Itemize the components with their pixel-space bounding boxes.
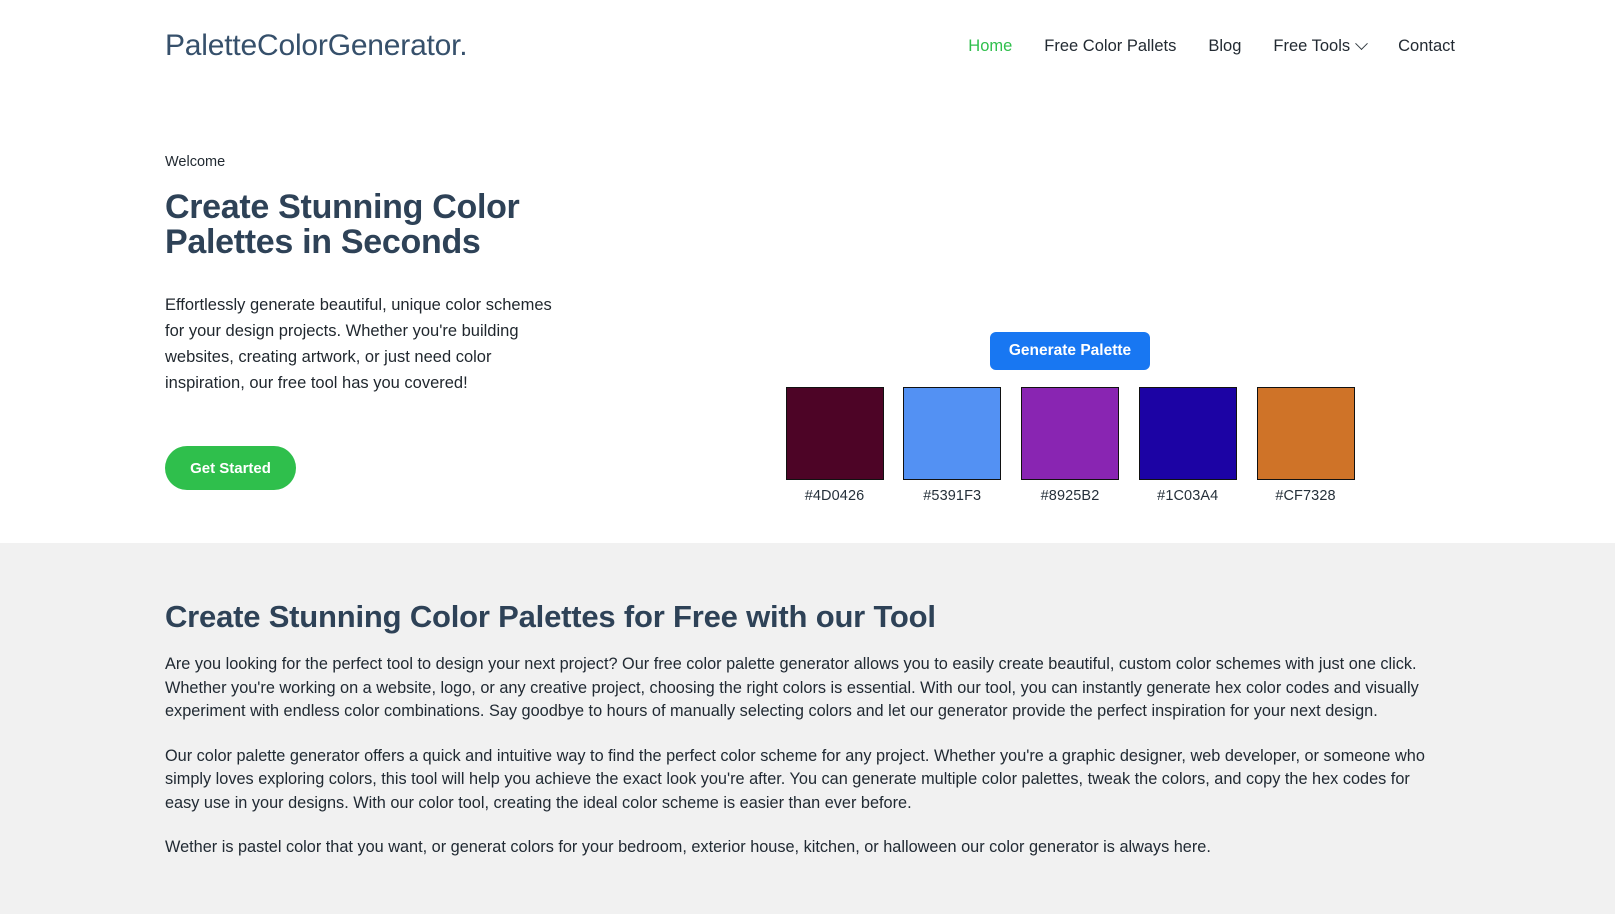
color-swatch-5[interactable] <box>1256 387 1355 480</box>
info-paragraph-1: Are you looking for the perfect tool to … <box>165 655 1419 720</box>
main-navigation: Home Free Color Pallets Blog Free Tools … <box>968 37 1455 56</box>
hero-eyebrow: Welcome <box>165 154 226 170</box>
get-started-button[interactable]: Get Started <box>165 446 296 491</box>
palette-swatch-item: #5391F3 <box>903 387 1002 504</box>
generate-palette-button[interactable]: Generate Palette <box>989 332 1151 370</box>
nav-label-home: Home <box>968 36 1013 55</box>
page-title: Create Stunning Color Palettes in Second… <box>165 188 520 262</box>
color-hex-label-5: #CF7328 <box>1275 488 1336 504</box>
color-hex-label-2: #5391F3 <box>923 488 982 504</box>
nav-item-home[interactable]: Home <box>968 37 1012 56</box>
info-paragraph-2: Our color palette generator offers a qui… <box>165 746 1425 812</box>
nav-label-free-color-pallets: Free Color Pallets <box>1044 36 1177 55</box>
palette-swatch-item: #4D0426 <box>785 387 884 504</box>
nav-item-free-color-pallets[interactable]: Free Color Pallets <box>1044 37 1176 56</box>
color-swatch-4[interactable] <box>1138 387 1237 480</box>
color-swatch-1[interactable] <box>785 387 884 480</box>
palette-swatch-item: #8925B2 <box>1021 387 1120 504</box>
nav-item-contact[interactable]: Contact <box>1398 37 1455 56</box>
color-hex-label-1: #4D0426 <box>804 488 865 504</box>
nav-label-contact: Contact <box>1398 36 1455 55</box>
color-hex-label-4: #1C03A4 <box>1157 488 1219 504</box>
info-section-title: Create Stunning Color Palettes for Free … <box>165 599 936 634</box>
chevron-down-icon <box>1355 36 1368 50</box>
color-hex-label-3: #8925B2 <box>1040 488 1100 504</box>
hero-section: Welcome Create Stunning Color Palettes i… <box>0 92 1615 543</box>
info-section: Create Stunning Color Palettes for Free … <box>0 543 1615 914</box>
info-paragraph-3: Wether is pastel color that you want, or… <box>165 838 1211 856</box>
palette-generator-panel: Generate Palette #4D0426 #5391F3 #8925B2… <box>770 92 1370 504</box>
palette-swatch-item: #1C03A4 <box>1138 387 1237 504</box>
nav-label-blog: Blog <box>1208 36 1242 55</box>
hero-description: Effortlessly generate beautiful, unique … <box>165 296 552 393</box>
nav-item-free-tools[interactable]: Free Tools <box>1273 36 1368 56</box>
site-logo[interactable]: PaletteColorGenerator. <box>165 29 468 63</box>
color-swatch-2[interactable] <box>903 387 1002 480</box>
nav-item-blog[interactable]: Blog <box>1208 37 1241 56</box>
hero-content: Welcome Create Stunning Color Palettes i… <box>165 92 595 543</box>
palette-swatch-item: #CF7328 <box>1256 387 1355 504</box>
site-header: PaletteColorGenerator. Home Free Color P… <box>0 0 1615 92</box>
palette-swatch-row: #4D0426 #5391F3 #8925B2 #1C03A4 #CF7328 <box>785 387 1355 504</box>
color-swatch-3[interactable] <box>1021 387 1119 480</box>
nav-label-free-tools: Free Tools <box>1273 36 1351 55</box>
